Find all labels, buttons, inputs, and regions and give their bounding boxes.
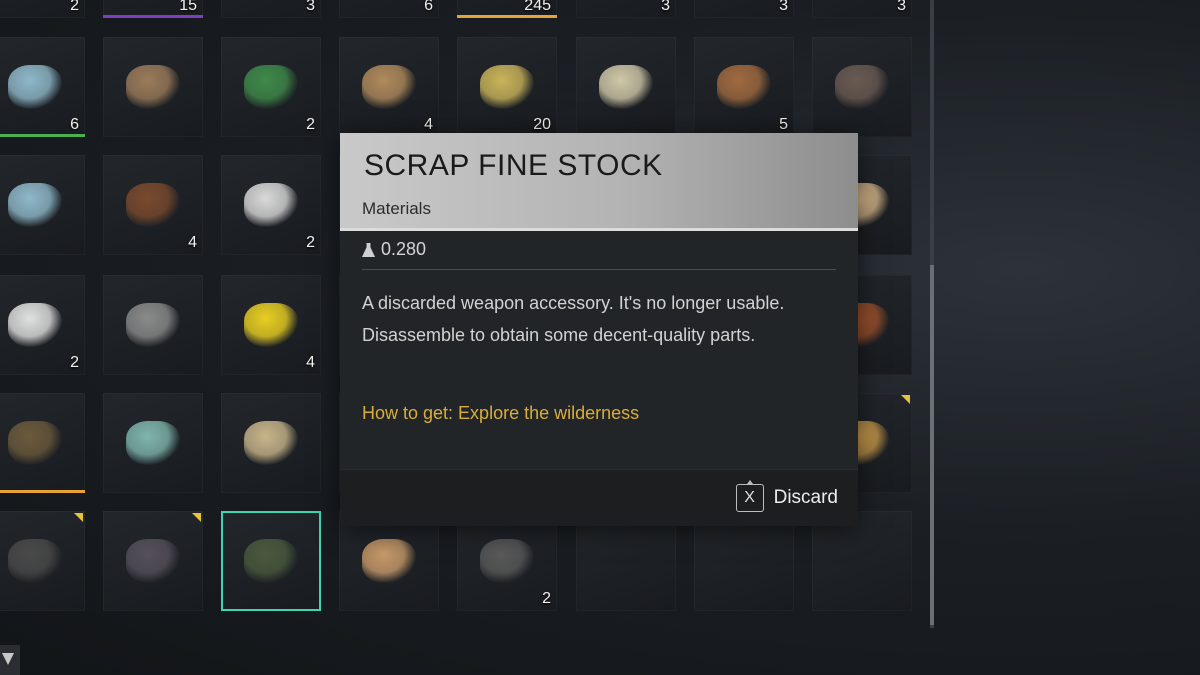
sack-icon bbox=[126, 65, 180, 109]
item-quantity: 2 bbox=[70, 0, 79, 14]
hammer-icon bbox=[835, 65, 889, 109]
item-quantity: 15 bbox=[179, 0, 197, 14]
inventory-slot[interactable] bbox=[339, 511, 439, 611]
rifle-icon bbox=[8, 421, 62, 465]
gloves-icon bbox=[362, 539, 416, 583]
syringe-icon bbox=[8, 183, 62, 227]
new-item-flag bbox=[74, 513, 83, 522]
photo-frame-icon bbox=[126, 183, 180, 227]
inventory-slot[interactable]: 2 bbox=[0, 0, 85, 18]
rarity-bar bbox=[0, 490, 85, 493]
how-to-get: How to get: Explore the wilderness bbox=[362, 403, 640, 423]
syringe-icon bbox=[8, 65, 62, 109]
phone-icon bbox=[244, 183, 298, 227]
inventory-slot[interactable] bbox=[103, 393, 203, 493]
bag-icon bbox=[8, 303, 62, 347]
weight-icon bbox=[362, 243, 375, 257]
inventory-slot[interactable]: 245 bbox=[457, 0, 557, 18]
item-quantity: 3 bbox=[779, 0, 788, 14]
rarity-bar bbox=[457, 15, 557, 18]
inventory-slot[interactable] bbox=[103, 275, 203, 375]
item-quantity: 6 bbox=[70, 116, 79, 133]
inventory-scrollbar[interactable] bbox=[930, 0, 934, 628]
item-tooltip: SCRAP FINE STOCK Materials 0.280 A disca… bbox=[340, 133, 858, 526]
inventory-slot[interactable] bbox=[694, 511, 794, 611]
ore-icon bbox=[480, 65, 534, 109]
inventory-slot[interactable]: 15 bbox=[103, 0, 203, 18]
inventory-slot[interactable]: 2 bbox=[457, 511, 557, 611]
inventory-slot[interactable] bbox=[103, 37, 203, 137]
divider bbox=[362, 269, 836, 270]
inventory-slot[interactable]: 3 bbox=[812, 0, 912, 18]
inventory-slot[interactable]: 6 bbox=[0, 37, 85, 137]
x-key-icon: X bbox=[735, 480, 764, 512]
rarity-bar bbox=[103, 15, 203, 18]
inventory-slot[interactable]: 2 bbox=[221, 155, 321, 255]
inventory-slot[interactable]: 4 bbox=[103, 155, 203, 255]
inventory-slot[interactable] bbox=[0, 393, 85, 493]
inventory-slot[interactable] bbox=[0, 155, 85, 255]
tire-icon bbox=[8, 539, 62, 583]
rarity-bar bbox=[0, 134, 85, 137]
wood-plank-icon bbox=[717, 65, 771, 109]
inventory-slot[interactable]: 3 bbox=[576, 0, 676, 18]
inventory-slot[interactable] bbox=[576, 511, 676, 611]
item-quantity: 2 bbox=[542, 590, 551, 607]
scrollbar-thumb[interactable] bbox=[930, 265, 934, 625]
item-quantity: 3 bbox=[661, 0, 670, 14]
new-item-flag bbox=[901, 395, 910, 404]
gun-stock-icon bbox=[244, 539, 298, 583]
tag-icon bbox=[244, 303, 298, 347]
inventory-slot[interactable]: 5 bbox=[694, 37, 794, 137]
inventory-slot[interactable] bbox=[221, 393, 321, 493]
cloth-icon bbox=[599, 65, 653, 109]
rope-icon bbox=[244, 421, 298, 465]
item-quantity: 5 bbox=[779, 116, 788, 133]
item-title: SCRAP FINE STOCK bbox=[364, 149, 663, 182]
filter-icon[interactable] bbox=[0, 645, 20, 675]
tooltip-footer: X Discard bbox=[340, 469, 858, 526]
item-quantity: 2 bbox=[306, 234, 315, 251]
inventory-slot[interactable]: 4 bbox=[221, 275, 321, 375]
item-description: A discarded weapon accessory. It's no lo… bbox=[362, 293, 785, 345]
item-quantity: 3 bbox=[897, 0, 906, 14]
tooltip-header: SCRAP FINE STOCK Materials bbox=[340, 133, 858, 231]
new-item-flag bbox=[192, 513, 201, 522]
inventory-slot[interactable] bbox=[103, 511, 203, 611]
item-quantity: 2 bbox=[306, 116, 315, 133]
inventory-slot[interactable]: 3 bbox=[694, 0, 794, 18]
item-weight: 0.280 bbox=[362, 239, 426, 260]
item-quantity: 3 bbox=[306, 0, 315, 14]
item-category: Materials bbox=[362, 199, 431, 218]
lion-statue-icon bbox=[126, 421, 180, 465]
item-quantity: 4 bbox=[188, 234, 197, 251]
item-quantity: 4 bbox=[424, 116, 433, 133]
pliers-icon bbox=[244, 65, 298, 109]
item-quantity: 4 bbox=[306, 354, 315, 371]
inventory-slot[interactable] bbox=[221, 511, 321, 611]
inventory-slot[interactable] bbox=[0, 511, 85, 611]
inventory-slot[interactable]: 3 bbox=[221, 0, 321, 18]
inventory-slot[interactable]: 2 bbox=[0, 275, 85, 375]
item-quantity: 20 bbox=[533, 116, 551, 133]
leather-icon bbox=[362, 65, 416, 109]
inventory-slot[interactable] bbox=[812, 37, 912, 137]
camera-icon bbox=[126, 539, 180, 583]
item-quantity: 2 bbox=[70, 354, 79, 371]
inventory-slot[interactable]: 2 bbox=[221, 37, 321, 137]
weight-value: 0.280 bbox=[381, 239, 427, 259]
inventory-slot[interactable]: 4 bbox=[339, 37, 439, 137]
case-icon bbox=[480, 539, 534, 583]
inventory-slot[interactable]: 20 bbox=[457, 37, 557, 137]
inventory-slot[interactable] bbox=[576, 37, 676, 137]
item-quantity: 6 bbox=[424, 0, 433, 14]
inventory-slot[interactable]: 6 bbox=[339, 0, 439, 18]
discard-label: Discard bbox=[773, 487, 838, 508]
item-quantity: 245 bbox=[524, 0, 551, 14]
whisk-icon bbox=[126, 303, 180, 347]
discard-button[interactable]: X Discard bbox=[735, 480, 838, 512]
inventory-slot[interactable] bbox=[812, 511, 912, 611]
